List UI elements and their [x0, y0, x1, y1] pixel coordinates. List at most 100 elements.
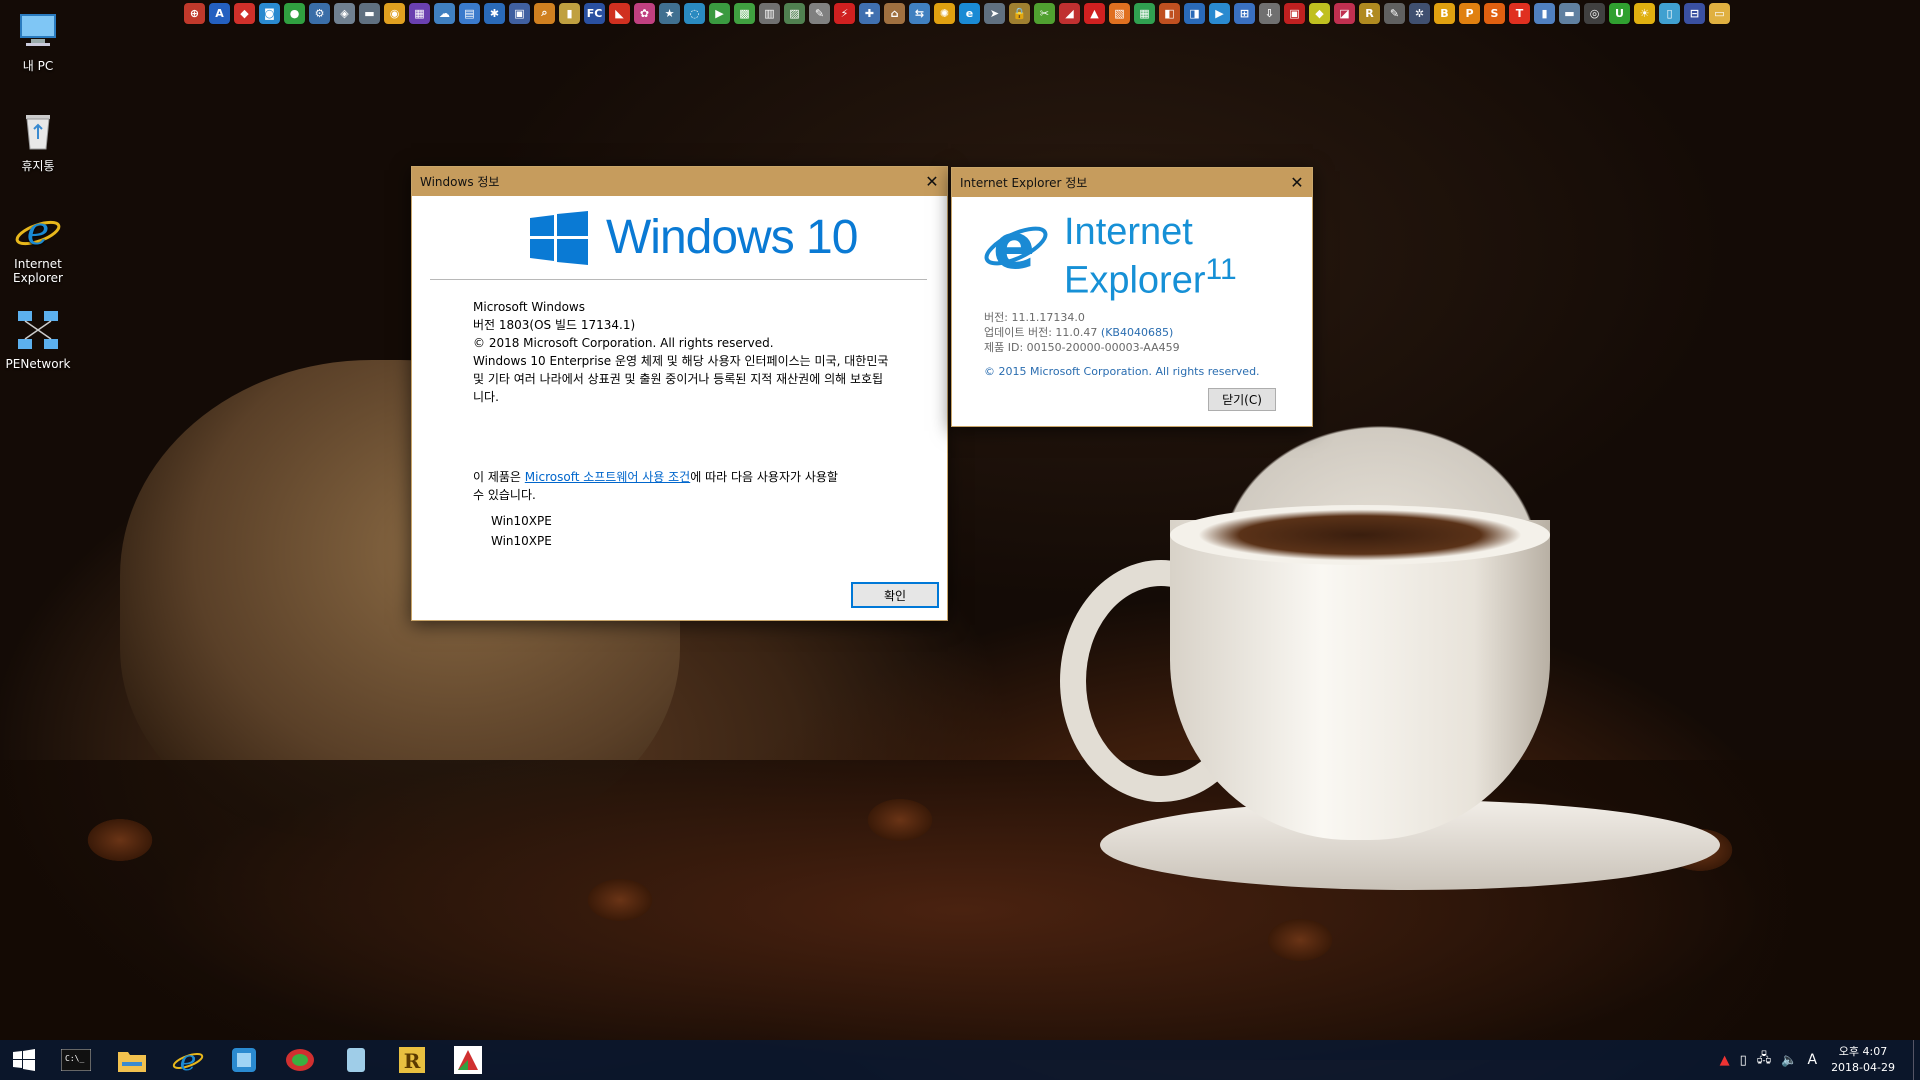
license-terms-link[interactable]: Microsoft 소프트웨어 사용 조건: [525, 470, 690, 484]
app-icon[interactable]: ✎: [1384, 2, 1405, 24]
desktop-icon-internet-explorer[interactable]: e Internet Explorer: [2, 208, 74, 285]
app-icon[interactable]: ✚: [859, 2, 880, 24]
search-icon[interactable]: ⌕: [534, 2, 555, 24]
app-icon[interactable]: A: [209, 2, 230, 24]
app-icon[interactable]: ✿: [634, 2, 655, 24]
dialog-titlebar[interactable]: Internet Explorer 정보 ✕: [952, 168, 1312, 197]
app-icon[interactable]: ▮: [1534, 2, 1555, 24]
app-icon[interactable]: ◙: [259, 2, 280, 24]
dialog-title: Internet Explorer 정보: [960, 176, 1088, 190]
app-icon[interactable]: ▬: [359, 2, 380, 24]
lock-icon[interactable]: 🔒: [1009, 2, 1030, 24]
app-icon[interactable]: ◧: [1159, 2, 1180, 24]
clock[interactable]: 오후 4:07 2018-04-29: [1827, 1044, 1903, 1076]
app-icon[interactable]: ✲: [1409, 2, 1430, 24]
app-icon[interactable]: S: [1484, 2, 1505, 24]
app-icon[interactable]: ⊟: [1684, 2, 1705, 24]
app-icon[interactable]: ▩: [734, 2, 755, 24]
app-icon[interactable]: U: [1609, 2, 1630, 24]
app-icon[interactable]: ▧: [1109, 2, 1130, 24]
up-arrow-icon[interactable]: ▲: [1720, 1053, 1730, 1068]
app-icon[interactable]: ▣: [509, 2, 530, 24]
app-icon[interactable]: ▶: [1209, 2, 1230, 24]
app-icon[interactable]: ⊕: [184, 2, 205, 24]
app-icon[interactable]: ◆: [1309, 2, 1330, 24]
desktop-icon-penetwork[interactable]: PENetwork: [2, 308, 74, 371]
app-icon[interactable]: FC: [584, 2, 605, 24]
start-button[interactable]: [0, 1040, 48, 1080]
ime-indicator[interactable]: A: [1807, 1052, 1817, 1068]
app-icon[interactable]: ◆: [234, 2, 255, 24]
app-icon[interactable]: ⇩: [1259, 2, 1280, 24]
desktop-icon-label: PENetwork: [5, 357, 71, 371]
app-icon[interactable]: ▥: [759, 2, 780, 24]
app-icon[interactable]: ➤: [984, 2, 1005, 24]
app-icon[interactable]: ⌂: [884, 2, 905, 24]
app-icon[interactable]: ▦: [1134, 2, 1155, 24]
app-icon[interactable]: R: [1359, 2, 1380, 24]
chrome-icon[interactable]: ◉: [384, 2, 405, 24]
ie-icon: e: [15, 208, 61, 254]
taskbar-file-explorer[interactable]: [104, 1040, 160, 1080]
license-text: 이 제품은 Microsoft 소프트웨어 사용 조건에 따라 다음 사용자가 …: [473, 468, 843, 504]
windows-logo-text: Windows 10: [606, 211, 858, 264]
ok-button[interactable]: 확인: [851, 582, 939, 608]
volume-icon[interactable]: 🔈: [1781, 1053, 1797, 1068]
app-icon[interactable]: ◨: [1184, 2, 1205, 24]
app-icon[interactable]: ◌: [684, 2, 705, 24]
wallpaper-cup-rim: [1170, 505, 1550, 565]
app-icon[interactable]: ⚙: [309, 2, 330, 24]
app-icon[interactable]: ▨: [784, 2, 805, 24]
app-icon[interactable]: ◣: [609, 2, 630, 24]
app-icon[interactable]: ▮: [559, 2, 580, 24]
app-icon[interactable]: P: [1459, 2, 1480, 24]
kb-link[interactable]: (KB4040685): [1101, 326, 1173, 339]
windows-info: Microsoft Windows 버전 1803(OS 빌드 17134.1)…: [473, 298, 893, 550]
taskbar-app-8[interactable]: R: [384, 1040, 440, 1080]
ie-icon[interactable]: e: [959, 2, 980, 24]
app-icon[interactable]: ⊞: [1234, 2, 1255, 24]
taskbar-internet-explorer[interactable]: e: [160, 1040, 216, 1080]
app-icon[interactable]: ✺: [934, 2, 955, 24]
close-icon[interactable]: ✕: [917, 167, 947, 196]
show-desktop-button[interactable]: [1913, 1040, 1920, 1080]
app-icon[interactable]: ▯: [1659, 2, 1680, 24]
taskbar-app-5[interactable]: [216, 1040, 272, 1080]
folder-icon[interactable]: ▭: [1709, 2, 1730, 24]
app-icon[interactable]: ▬: [1559, 2, 1580, 24]
app-icon[interactable]: ▤: [459, 2, 480, 24]
taskbar-app-9[interactable]: [440, 1040, 496, 1080]
ie-logo: e Internet Explorer11: [980, 213, 1312, 300]
network-icon[interactable]: 🖧: [1757, 1049, 1772, 1071]
app-icon[interactable]: ▶: [709, 2, 730, 24]
app-icon[interactable]: ✎: [809, 2, 830, 24]
app-icon[interactable]: B: [1434, 2, 1455, 24]
app-icon[interactable]: T: [1509, 2, 1530, 24]
desktop-icon-recycle-bin[interactable]: 휴지통: [2, 108, 74, 174]
app-icon[interactable]: ★: [659, 2, 680, 24]
close-icon[interactable]: ✕: [1282, 168, 1312, 197]
taskbar-cmd[interactable]: C:\_: [48, 1040, 104, 1080]
app-icon[interactable]: ▣: [1284, 2, 1305, 24]
taskbar-app-7[interactable]: [328, 1040, 384, 1080]
ie-logo-text: Internet Explorer11: [1064, 213, 1237, 300]
dialog-titlebar[interactable]: Windows 정보 ✕: [412, 167, 947, 196]
app-icon[interactable]: ☀: [1634, 2, 1655, 24]
app-icon[interactable]: ⇆: [909, 2, 930, 24]
app-icon[interactable]: ✱: [484, 2, 505, 24]
app-icon[interactable]: ▦: [409, 2, 430, 24]
app-icon[interactable]: ◢: [1059, 2, 1080, 24]
app-icon[interactable]: ▲: [1084, 2, 1105, 24]
app-icon[interactable]: ●: [284, 2, 305, 24]
app-icon[interactable]: ⚡: [834, 2, 855, 24]
app-icon[interactable]: ◈: [334, 2, 355, 24]
clock-date: 2018-04-29: [1831, 1061, 1895, 1074]
app-icon[interactable]: ✂: [1034, 2, 1055, 24]
app-icon[interactable]: ◎: [1584, 2, 1605, 24]
close-button[interactable]: 닫기(C): [1208, 388, 1276, 411]
app-icon[interactable]: ◪: [1334, 2, 1355, 24]
usb-icon[interactable]: ▯: [1740, 1053, 1747, 1068]
app-icon[interactable]: ☁: [434, 2, 455, 24]
desktop-icon-this-pc[interactable]: 내 PC: [2, 8, 74, 74]
taskbar-app-6[interactable]: [272, 1040, 328, 1080]
